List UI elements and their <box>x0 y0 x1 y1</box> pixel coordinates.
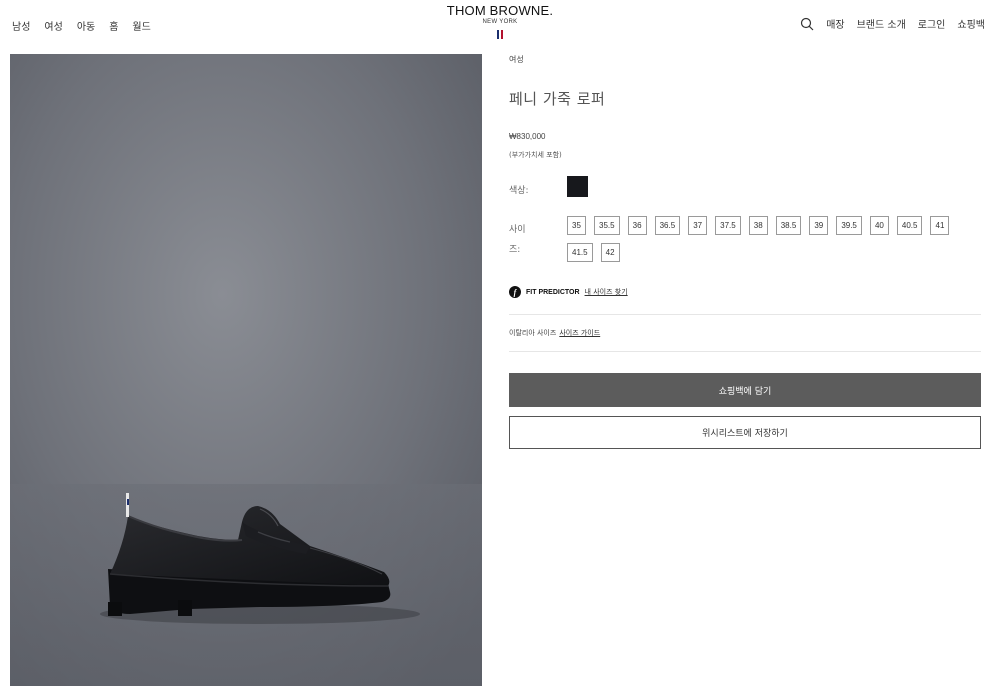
divider <box>509 314 981 315</box>
save-to-wishlist-button[interactable]: 위시리스트에 저장하기 <box>509 416 981 449</box>
nav-item-home[interactable]: 홈 <box>109 18 118 33</box>
size-option-41-5[interactable]: 41.5 <box>567 243 593 262</box>
size-option-40-5[interactable]: 40.5 <box>896 216 923 235</box>
search-icon[interactable] <box>800 17 814 31</box>
size-option-36-5[interactable]: 36.5 <box>654 216 681 235</box>
size-guide-link[interactable]: 사이즈 가이드 <box>559 328 600 338</box>
size-option-38-5[interactable]: 38.5 <box>775 216 802 235</box>
size-option-35[interactable]: 35 <box>567 216 586 235</box>
product-price: ₩830,000 <box>509 132 546 141</box>
fit-predictor-label: FIT PREDICTOR <box>526 288 580 296</box>
size-option-42[interactable]: 42 <box>600 243 620 262</box>
color-label: 색상: <box>509 186 529 196</box>
brand-name: THOM BROWNE. <box>446 3 554 18</box>
nav-item-kids[interactable]: 아동 <box>77 18 95 33</box>
size-guide-row: 이탈리아 사이즈 사이즈 가이드 <box>509 328 600 338</box>
color-swatch-black[interactable] <box>567 176 588 197</box>
size-option-38[interactable]: 38 <box>748 216 768 235</box>
nav-item-about[interactable]: 브랜드 소개 <box>857 16 906 31</box>
brand-logo[interactable]: THOM BROWNE. NEW YORK <box>430 4 570 39</box>
loafer-photo <box>10 54 482 686</box>
size-option-37[interactable]: 37 <box>688 216 708 235</box>
product-title: 페니 가죽 로퍼 <box>509 90 606 108</box>
size-option-39-5[interactable]: 39.5 <box>836 216 862 235</box>
size-option-37-5[interactable]: 37.5 <box>715 216 741 235</box>
flag-stripe-navy <box>497 30 499 39</box>
size-label: 사이즈: <box>509 225 526 255</box>
vat-note: (부가가치세 포함) <box>509 151 562 159</box>
primary-nav: 남성 여성 아동 홈 월드 <box>12 18 151 33</box>
size-option-39[interactable]: 39 <box>809 216 829 235</box>
size-option-40[interactable]: 40 <box>869 216 889 235</box>
divider <box>509 351 981 352</box>
flag-stripe-red <box>501 30 503 39</box>
fit-predictor-icon: f <box>509 286 521 298</box>
nav-item-shopping-bag[interactable]: 쇼핑백 <box>957 16 985 31</box>
size-system-label: 이탈리아 사이즈 <box>509 329 557 337</box>
size-selector: 35 35.5 36 36.5 37 37.5 38 38.5 39 39.5 … <box>567 216 957 262</box>
find-my-size-link[interactable]: 내 사이즈 찾기 <box>585 287 628 297</box>
add-to-bag-button[interactable]: 쇼핑백에 담기 <box>509 373 981 407</box>
brand-subtitle: NEW YORK <box>482 19 518 25</box>
fit-predictor: f FIT PREDICTOR 내 사이즈 찾기 <box>509 286 628 298</box>
tricolor-flag-icon <box>430 30 570 39</box>
utility-nav: 매장 브랜드 소개 로그인 쇼핑백 <box>800 16 985 31</box>
nav-item-men[interactable]: 남성 <box>12 18 30 33</box>
size-option-41[interactable]: 41 <box>930 216 950 235</box>
size-option-35-5[interactable]: 35.5 <box>594 216 620 235</box>
nav-item-stores[interactable]: 매장 <box>826 16 844 31</box>
product-image <box>10 54 482 686</box>
size-option-36[interactable]: 36 <box>627 216 647 235</box>
product-category[interactable]: 여성 <box>509 54 524 65</box>
nav-item-world[interactable]: 월드 <box>132 18 150 33</box>
nav-item-login[interactable]: 로그인 <box>918 16 946 31</box>
nav-item-women[interactable]: 여성 <box>44 18 62 33</box>
